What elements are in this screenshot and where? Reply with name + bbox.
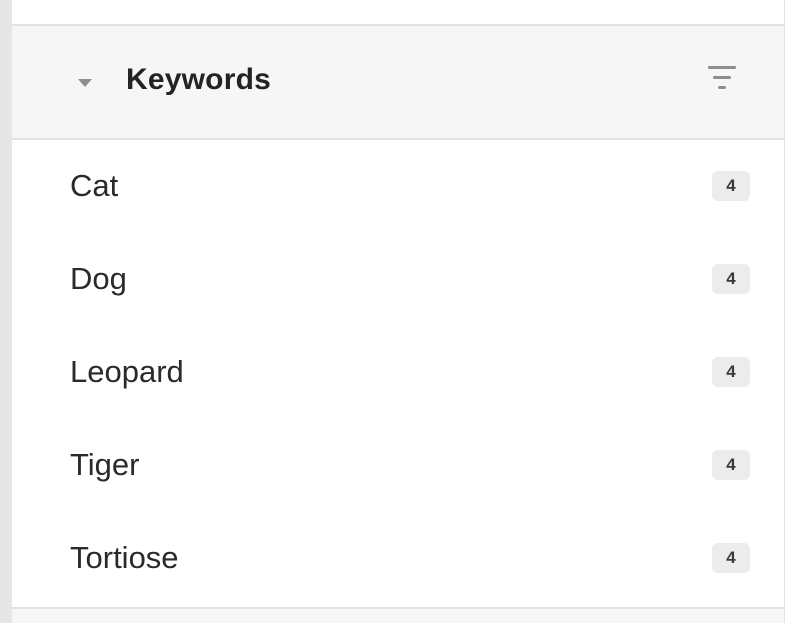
keyword-label: Tiger: [70, 447, 140, 482]
section-title: Keywords: [126, 63, 271, 96]
keyword-item-cat[interactable]: Cat 4: [12, 140, 784, 233]
app-frame: Keywords Cat 4 Dog 4 Leopard 4 Tiger 4 T…: [0, 0, 797, 623]
left-rail: [0, 0, 12, 623]
keywords-panel: Keywords Cat 4 Dog 4 Leopard 4 Tiger 4 T…: [12, 0, 785, 623]
caret-down-icon[interactable]: [78, 79, 92, 87]
count-badge: 4: [712, 450, 750, 480]
count-badge: 4: [712, 171, 750, 201]
previous-section-end: [12, 0, 784, 26]
count-badge: 4: [712, 357, 750, 387]
keyword-item-leopard[interactable]: Leopard 4: [12, 326, 784, 419]
filter-icon[interactable]: [708, 66, 736, 96]
next-section-start: [12, 607, 784, 623]
keyword-label: Tortiose: [70, 540, 179, 575]
count-badge: 4: [712, 264, 750, 294]
keyword-item-tortiose[interactable]: Tortiose 4: [12, 512, 784, 605]
keyword-label: Leopard: [70, 354, 184, 389]
keyword-item-dog[interactable]: Dog 4: [12, 233, 784, 326]
keywords-section-header[interactable]: Keywords: [12, 26, 784, 140]
keyword-item-tiger[interactable]: Tiger 4: [12, 419, 784, 512]
keyword-label: Cat: [70, 168, 119, 203]
keyword-list: Cat 4 Dog 4 Leopard 4 Tiger 4 Tortiose 4: [12, 140, 784, 605]
keyword-label: Dog: [70, 261, 127, 296]
count-badge: 4: [712, 543, 750, 573]
